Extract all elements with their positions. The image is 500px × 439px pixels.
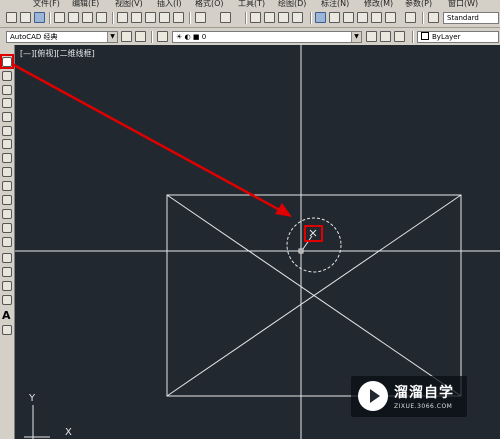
play-logo-icon xyxy=(358,381,388,411)
arc-icon[interactable] xyxy=(2,126,12,136)
hatch-icon[interactable] xyxy=(2,253,12,263)
color-value: ByLayer xyxy=(432,33,461,41)
add-selected-icon[interactable] xyxy=(2,325,12,335)
text-style-icon[interactable] xyxy=(428,12,439,23)
ellipse-icon[interactable] xyxy=(2,181,12,191)
layers-toolbar: AutoCAD 经典 ▼ ☀ ◐ ■ 0 ▼ ByLayer xyxy=(0,28,500,46)
watermark-title: 溜溜自学 xyxy=(394,385,454,401)
workspace-value: AutoCAD 经典 xyxy=(10,33,58,41)
line-tool-icon[interactable] xyxy=(2,57,12,67)
watermark-url: ZIXUE.3066.COM xyxy=(394,403,453,410)
properties-icon[interactable] xyxy=(315,12,326,23)
paste-icon[interactable] xyxy=(145,12,156,23)
revision-cloud-icon[interactable] xyxy=(2,153,12,163)
text-style-select[interactable]: Standard xyxy=(443,12,499,24)
color-swatch xyxy=(421,32,429,40)
zoom-window-icon[interactable] xyxy=(278,12,289,23)
construction-line-icon[interactable] xyxy=(2,71,12,81)
zoom-realtime-icon[interactable] xyxy=(264,12,275,23)
layer-isolate-icon[interactable] xyxy=(394,31,405,42)
viewport-controls-label[interactable]: [—][俯视][二维线框] xyxy=(20,48,95,59)
ellipse-arc-icon[interactable] xyxy=(2,195,12,205)
menu-bar: 文件(F) 编辑(E) 视图(V) 插入(I) 格式(O) 工具(T) 绘图(D… xyxy=(0,0,500,9)
markup-icon[interactable] xyxy=(371,12,382,23)
gradient-icon[interactable] xyxy=(2,267,12,277)
ucs-y-label: Y xyxy=(29,393,36,404)
menu-parametric[interactable]: 参数(P) xyxy=(405,0,432,9)
ucs-x-label: X xyxy=(65,427,72,438)
insert-block-icon[interactable] xyxy=(2,209,12,219)
menu-draw[interactable]: 绘图(D) xyxy=(278,0,306,9)
gear-icon[interactable] xyxy=(121,31,132,42)
polyline-icon[interactable] xyxy=(2,85,12,95)
menu-tools[interactable]: 工具(T) xyxy=(238,0,265,9)
save-icon[interactable] xyxy=(34,12,45,23)
text-style-value: Standard xyxy=(447,14,479,22)
layer-properties-icon[interactable] xyxy=(157,31,168,42)
color-select[interactable]: ByLayer xyxy=(417,31,499,43)
chevron-down-icon: ▼ xyxy=(107,32,117,42)
3d-dwf-icon[interactable] xyxy=(96,12,107,23)
undo-icon[interactable] xyxy=(195,12,206,23)
block-editor-icon[interactable] xyxy=(173,12,184,23)
chevron-down-icon: ▼ xyxy=(351,32,361,42)
print-icon[interactable] xyxy=(54,12,65,23)
workspace-settings-icon[interactable] xyxy=(135,31,146,42)
menu-file[interactable]: 文件(F) xyxy=(33,0,60,9)
multiline-text-icon[interactable]: A xyxy=(2,310,12,321)
point-icon[interactable] xyxy=(2,237,12,247)
make-current-layer-icon[interactable] xyxy=(366,31,377,42)
tool-palettes-icon[interactable] xyxy=(343,12,354,23)
publish-icon[interactable] xyxy=(82,12,93,23)
layer-status-icons: ☀ ◐ ■ xyxy=(176,33,202,41)
spline-icon[interactable] xyxy=(2,167,12,177)
redo-icon[interactable] xyxy=(220,12,231,23)
quickcalc-icon[interactable] xyxy=(385,12,396,23)
rectangle-icon[interactable] xyxy=(2,112,12,122)
circle-icon[interactable] xyxy=(2,139,12,149)
pan-hand-icon[interactable] xyxy=(250,12,261,23)
workspace-select[interactable]: AutoCAD 经典 ▼ xyxy=(6,31,118,43)
menu-window[interactable]: 窗口(W) xyxy=(448,0,478,9)
standard-toolbar: Standard xyxy=(0,9,500,28)
menu-edit[interactable]: 编辑(E) xyxy=(72,0,99,9)
layer-value: 0 xyxy=(201,33,207,41)
make-block-icon[interactable] xyxy=(2,223,12,233)
menu-view[interactable]: 视图(V) xyxy=(115,0,143,9)
open-folder-icon[interactable] xyxy=(20,12,31,23)
match-properties-icon[interactable] xyxy=(159,12,170,23)
copy-icon[interactable] xyxy=(131,12,142,23)
help-icon[interactable] xyxy=(405,12,416,23)
draw-toolbar: A xyxy=(0,45,15,439)
menu-insert[interactable]: 插入(I) xyxy=(157,0,182,9)
watermark: 溜溜自学 ZIXUE.3066.COM xyxy=(351,376,467,417)
menu-dimension[interactable]: 标注(N) xyxy=(321,0,349,9)
cut-icon[interactable] xyxy=(117,12,128,23)
polygon-icon[interactable] xyxy=(2,98,12,108)
menu-format[interactable]: 格式(O) xyxy=(195,0,224,9)
layer-select[interactable]: ☀ ◐ ■ 0 ▼ xyxy=(172,31,362,43)
new-file-icon[interactable] xyxy=(6,12,17,23)
layer-previous-icon[interactable] xyxy=(380,31,391,42)
region-icon[interactable] xyxy=(2,281,12,291)
print-preview-icon[interactable] xyxy=(68,12,79,23)
sheet-set-icon[interactable] xyxy=(357,12,368,23)
design-center-icon[interactable] xyxy=(329,12,340,23)
menu-modify[interactable]: 修改(M) xyxy=(364,0,393,9)
zoom-previous-icon[interactable] xyxy=(292,12,303,23)
table-icon[interactable] xyxy=(2,295,12,305)
